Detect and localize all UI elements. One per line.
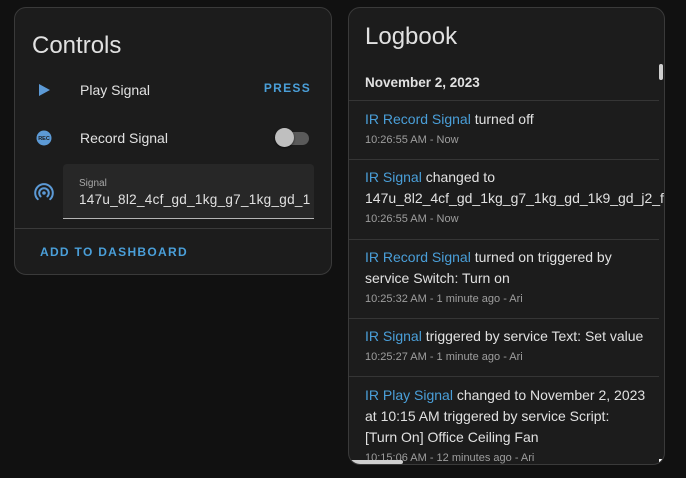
divider [349,100,659,101]
log-message: IR Signal triggered by service Text: Set… [365,326,661,347]
horizontal-scrollbar[interactable] [349,460,403,464]
logbook-card: Logbook November 2, 2023 IR Record Signa… [348,7,665,465]
log-entry: IR Record Signal turned on triggered by … [365,247,661,306]
play-icon [33,79,55,101]
log-message: IR Record Signal turned off [365,109,661,130]
record-signal-label: Record Signal [80,130,168,146]
toggle-thumb [275,128,294,147]
log-entry: IR Record Signal turned off 10:26:55 AM … [365,109,661,147]
svg-text:REC: REC [38,136,50,142]
logbook-title: Logbook [365,23,458,50]
entity-link[interactable]: IR Record Signal [365,111,471,127]
play-signal-row: Play Signal PRESS [15,70,331,110]
divider [349,318,659,319]
log-message: IR Play Signal changed to November 2, 20… [365,385,661,406]
log-meta: 10:26:55 AM - Now [365,134,459,146]
divider [349,239,659,240]
log-text: changed to [421,169,495,185]
signal-input[interactable] [79,192,311,207]
rec-icon: REC [33,127,55,149]
divider [349,159,659,160]
entity-link[interactable]: IR Play Signal [365,387,453,403]
log-entry: IR Signal triggered by service Text: Set… [365,326,661,364]
log-entry: IR Signal changed to 147u_8l2_4cf_gd_1kg… [365,167,665,226]
log-text: turned off [470,111,534,127]
entity-link[interactable]: IR Signal [365,328,422,344]
log-message-cont: at 10:15 AM triggered by service Script: [365,408,610,424]
log-date-header: November 2, 2023 [365,75,480,90]
log-text: triggered by service Text: Set value [421,328,644,344]
record-signal-row: REC Record Signal [15,118,331,158]
log-message-cont: [Turn On] Office Ceiling Fan [365,429,539,445]
signal-field[interactable]: Signal [63,164,314,219]
log-meta: 10:25:27 AM - 1 minute ago - Ari [365,351,523,363]
log-meta: 10:15:06 AM - 12 minutes ago - Ari [365,452,535,464]
log-meta: 10:25:32 AM - 1 minute ago - Ari [365,293,523,305]
scrollbar-corner [659,459,664,464]
signal-field-label: Signal [79,178,107,189]
entity-link[interactable]: IR Record Signal [365,249,471,265]
log-message-cont: 147u_8l2_4cf_gd_1kg_g7_1kg_gd_1k9_gd_j2_… [365,190,665,206]
log-text: changed to November 2, 2023 [452,387,646,403]
divider [349,376,659,377]
signal-row: Signal [15,164,331,220]
vertical-scrollbar[interactable] [659,64,663,80]
entity-link[interactable]: IR Signal [365,169,422,185]
log-message: IR Signal changed to [365,167,661,188]
log-meta: 10:26:55 AM - Now [365,213,459,225]
controls-card: Controls Play Signal PRESS REC Record Si… [14,7,332,275]
broadcast-icon [33,181,55,203]
add-to-dashboard-button[interactable]: ADD TO DASHBOARD [40,245,188,259]
play-signal-label: Play Signal [80,82,151,98]
card-divider [15,228,331,229]
log-text: turned on triggered by [470,249,612,265]
record-signal-toggle[interactable] [275,128,309,148]
log-message: IR Record Signal turned on triggered by [365,247,661,268]
log-message-cont: service Switch: Turn on [365,270,510,286]
log-entry: IR Play Signal changed to November 2, 20… [365,385,661,464]
controls-title: Controls [32,32,122,59]
press-button[interactable]: PRESS [264,81,311,95]
